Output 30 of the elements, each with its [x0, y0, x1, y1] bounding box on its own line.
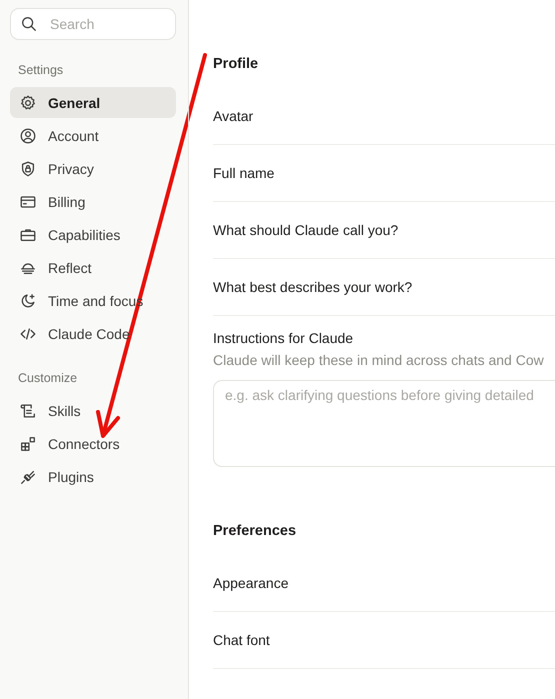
sidebar-item[interactable]: Skills — [10, 395, 176, 426]
blocks-icon — [19, 434, 37, 452]
sidebar-item[interactable]: General — [10, 87, 176, 118]
moon-icon — [19, 292, 37, 310]
sidebar-item[interactable]: Plugins — [10, 461, 176, 492]
shield-lock-icon — [19, 160, 37, 178]
sidebar-item[interactable]: Connectors — [10, 428, 176, 459]
setting-row[interactable]: Avatar — [213, 88, 555, 145]
section-heading: Customize — [17, 371, 78, 385]
section-heading: Settings — [17, 63, 64, 77]
search-field[interactable]: Search — [10, 8, 176, 40]
search-icon — [20, 15, 38, 33]
section-heading: Preferences — [213, 523, 298, 541]
scroll-icon — [19, 402, 37, 420]
person-icon — [19, 126, 37, 144]
field-description: Claude will keep these in mind across chats and Cow — [213, 352, 545, 368]
setting-row[interactable]: Full name — [213, 145, 555, 202]
section-heading: Profile — [213, 56, 260, 74]
sidebar-item[interactable]: Capabilities — [10, 219, 176, 250]
instructions-field[interactable]: e.g. ask clarifying questions before giving detailed — [213, 380, 555, 467]
setting-row[interactable]: Chat font — [213, 612, 555, 669]
field-label: Instructions for Claude — [213, 330, 354, 346]
setting-row[interactable]: What should Claude call you? — [213, 202, 555, 259]
sidebar-item[interactable]: Privacy — [10, 153, 176, 184]
sidebar-item[interactable]: Account — [10, 120, 176, 151]
sidebar-item[interactable]: Reflect — [10, 252, 176, 283]
gear-icon — [19, 94, 37, 112]
sidebar-item[interactable]: Billing — [10, 186, 176, 217]
setting-row[interactable]: What best describes your work? — [213, 259, 555, 316]
setting-row[interactable]: Appearance — [213, 555, 555, 612]
